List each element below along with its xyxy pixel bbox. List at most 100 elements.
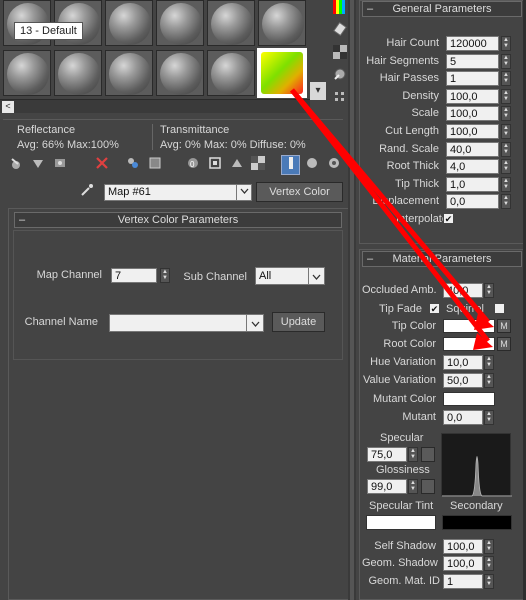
occluded-amb-spinner[interactable]: ▲ ▼ <box>484 283 494 298</box>
expand-slots-button[interactable]: ▾ <box>310 82 326 100</box>
general-parameters-header[interactable]: – General Parameters <box>362 1 522 17</box>
scale-spinner[interactable]: ▲ ▼ <box>501 106 511 122</box>
specular-spinner[interactable]: ▲ ▼ <box>408 447 418 462</box>
hue-variation-spinner[interactable]: ▲ ▼ <box>484 355 494 370</box>
material-slot-9[interactable] <box>105 50 153 96</box>
checker-pattern-icon[interactable] <box>331 45 349 63</box>
chevron-down-icon[interactable] <box>308 267 325 285</box>
map-name-input[interactable]: Map #61 <box>104 184 237 201</box>
make-unique-icon[interactable] <box>124 156 142 174</box>
hair-segments-spinner[interactable]: ▲ ▼ <box>501 53 511 69</box>
root-thick-input[interactable]: 4,0 <box>446 159 499 175</box>
chevron-down-icon[interactable] <box>246 314 264 332</box>
tip-color-map-button[interactable]: M <box>497 319 511 333</box>
tip-fade-checkbox[interactable]: ✔ <box>429 303 440 314</box>
geom-shadow-spinner[interactable]: ▲ ▼ <box>484 556 494 571</box>
eraser-icon[interactable] <box>331 21 349 40</box>
put-to-scene-icon[interactable] <box>29 156 47 174</box>
hair-passes-label: Hair Passes <box>379 72 439 85</box>
material-slot-11[interactable] <box>207 50 255 96</box>
occluded-amb-input[interactable]: 40,0 <box>443 283 483 298</box>
left-panel-scrollbar[interactable] <box>348 0 356 600</box>
assign-to-selection-icon[interactable] <box>51 156 69 174</box>
channel-name-select[interactable] <box>109 314 247 332</box>
density-spinner[interactable]: ▲ ▼ <box>501 88 511 104</box>
hair-count-spinner[interactable]: ▲ ▼ <box>501 36 511 51</box>
show-end-result-icon[interactable] <box>228 156 246 174</box>
hue-variation-input[interactable]: 10,0 <box>443 355 483 370</box>
geom-mat-id-input[interactable]: 1 <box>443 574 483 589</box>
rand-scale-input[interactable]: 40,0 <box>446 141 499 157</box>
material-slot-7[interactable] <box>3 50 51 96</box>
reset-map-icon[interactable] <box>93 156 111 174</box>
material-slot-8[interactable] <box>54 50 102 96</box>
specular-map-button[interactable] <box>421 447 435 462</box>
material-slot-10[interactable] <box>156 50 204 96</box>
hair-passes-spinner[interactable]: ▲ ▼ <box>501 71 511 87</box>
root-color-map-button[interactable]: M <box>497 337 511 351</box>
scale-input[interactable]: 100,0 <box>446 106 499 122</box>
options-dots-icon[interactable] <box>331 90 349 108</box>
vertex-color-rollout-header[interactable]: – Vertex Color Parameters <box>14 212 342 228</box>
hair-segments-input[interactable]: 5 <box>446 53 499 69</box>
hair-count-input[interactable]: 120000 <box>446 36 499 51</box>
specular-tint-swatch[interactable] <box>366 515 436 530</box>
root-thick-spinner[interactable]: ▲ ▼ <box>501 159 511 175</box>
put-to-library-icon[interactable] <box>146 156 164 174</box>
hair-passes-input[interactable]: 1 <box>446 71 499 87</box>
mutant-input[interactable]: 0,0 <box>443 410 483 425</box>
tip-thick-input[interactable]: 1,0 <box>446 176 499 192</box>
navigate-icon[interactable] <box>325 156 343 174</box>
collapse-icon: – <box>367 3 374 15</box>
glossiness-input[interactable]: 99,0 <box>367 479 407 494</box>
glossiness-spinner[interactable]: ▲ ▼ <box>408 479 418 494</box>
rand-scale-spinner[interactable]: ▲ ▼ <box>501 141 511 157</box>
displacement-spinner[interactable]: ▲ ▼ <box>501 194 511 210</box>
map-channel-spinner[interactable]: ▲ ▼ <box>160 268 170 283</box>
geom-mat-id-spinner[interactable]: ▲ ▼ <box>484 574 494 589</box>
value-variation-input[interactable]: 50,0 <box>443 373 483 388</box>
svg-text:0: 0 <box>190 160 195 169</box>
show-in-viewport-icon[interactable] <box>206 156 224 174</box>
glossiness-map-button[interactable] <box>421 479 435 494</box>
displacement-input[interactable]: 0,0 <box>446 194 499 210</box>
tip-color-swatch[interactable] <box>443 319 495 333</box>
density-input[interactable]: 100,0 <box>446 88 499 104</box>
root-color-swatch[interactable] <box>443 337 495 351</box>
eyedropper-icon[interactable] <box>78 183 96 201</box>
sub-channel-select[interactable]: All <box>255 267 310 285</box>
material-id-icon[interactable]: 0 <box>184 156 202 174</box>
scroll-left-button[interactable]: < <box>2 101 14 113</box>
material-slot-selected[interactable] <box>257 48 307 98</box>
material-slot-4[interactable] <box>156 0 204 46</box>
interpolate-checkbox[interactable]: ✔ <box>443 213 454 224</box>
map-channel-input[interactable]: 7 <box>111 268 157 283</box>
self-shadow-spinner[interactable]: ▲ ▼ <box>484 539 494 554</box>
slot-scrollbar[interactable]: < <box>0 99 310 113</box>
checker-color-icon[interactable] <box>331 0 349 18</box>
cut-length-spinner[interactable]: ▲ ▼ <box>501 124 511 139</box>
go-forward-sibling-icon[interactable] <box>303 156 321 174</box>
mutant-spinner[interactable]: ▲ ▼ <box>484 410 494 425</box>
pick-material-icon[interactable] <box>331 67 349 85</box>
self-shadow-input[interactable]: 100,0 <box>443 539 483 554</box>
specular-input[interactable]: 75,0 <box>367 447 407 462</box>
squirrel-checkbox[interactable] <box>494 303 505 314</box>
cut-length-input[interactable]: 100,0 <box>446 124 499 139</box>
go-to-parent-icon[interactable] <box>281 155 300 175</box>
material-parameters-header[interactable]: – Material Parameters <box>362 251 522 267</box>
material-slot-3[interactable] <box>105 0 153 46</box>
secondary-tint-swatch[interactable] <box>442 515 512 530</box>
mutant-color-swatch[interactable] <box>443 392 495 406</box>
update-button[interactable]: Update <box>272 312 325 332</box>
map-type-button[interactable]: Vertex Color <box>256 182 343 202</box>
chevron-down-icon[interactable] <box>236 184 252 201</box>
specular-curve-graph <box>441 433 512 497</box>
geom-shadow-input[interactable]: 100,0 <box>443 556 483 571</box>
tip-thick-spinner[interactable]: ▲ ▼ <box>501 176 511 192</box>
material-slot-6[interactable] <box>258 0 306 46</box>
checker-background-icon[interactable] <box>249 156 267 174</box>
material-slot-5[interactable] <box>207 0 255 46</box>
value-variation-spinner[interactable]: ▲ ▼ <box>484 373 494 388</box>
get-material-icon[interactable] <box>7 156 25 174</box>
